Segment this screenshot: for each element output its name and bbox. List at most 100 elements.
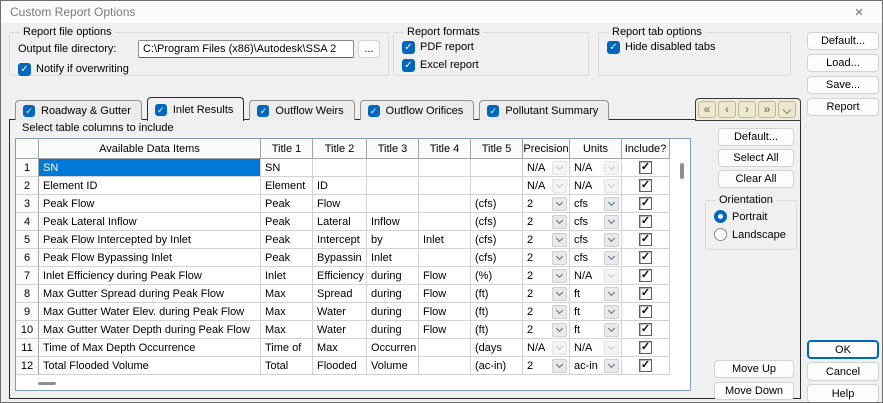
units-cell[interactable]: N/A (570, 267, 622, 285)
title-5-cell[interactable]: (ft) (471, 303, 523, 321)
title-2-cell[interactable]: Flooded (313, 357, 367, 375)
tab-pollutant-summary[interactable]: ✓ Pollutant Summary (479, 100, 610, 120)
units-cell[interactable]: ft (570, 285, 622, 303)
title-2-cell[interactable]: Intercept (313, 231, 367, 249)
dropdown-button[interactable] (604, 214, 619, 229)
title-2-cell[interactable]: Spread (313, 285, 367, 303)
title-3-cell[interactable]: Volume (367, 357, 419, 375)
output-directory-input[interactable]: C:\Program Files (x86)\Autodesk\SSA 2 (138, 40, 354, 58)
precision-cell[interactable]: 2 (523, 249, 570, 267)
precision-cell[interactable]: 2 (523, 195, 570, 213)
orientation-option-portrait[interactable]: Portrait (714, 208, 788, 225)
tab-checkbox-icon[interactable]: ✓ (154, 103, 167, 116)
dropdown-button[interactable] (552, 286, 567, 301)
title-2-cell[interactable]: Max (313, 339, 367, 357)
title-3-cell[interactable] (367, 159, 419, 177)
excel-report-checkbox[interactable]: ✓ (402, 58, 415, 72)
column-header-precision[interactable]: Precision (523, 139, 570, 159)
vertical-scrollbar-thumb[interactable] (680, 163, 684, 179)
dropdown-button[interactable] (604, 196, 619, 211)
title-1-cell[interactable]: Peak (261, 231, 313, 249)
precision-cell[interactable]: 2 (523, 303, 570, 321)
row-number-cell[interactable]: 11 (16, 339, 39, 357)
dropdown-button[interactable] (552, 250, 567, 265)
units-cell[interactable]: cfs (570, 249, 622, 267)
precision-cell[interactable]: 2 (523, 285, 570, 303)
include-checkbox[interactable]: ✓ (639, 287, 652, 300)
help-button[interactable]: Help (807, 384, 879, 402)
units-cell[interactable]: ac-in (570, 357, 622, 375)
orientation-option-landscape[interactable]: Landscape (714, 226, 788, 243)
tab-roadway-gutter[interactable]: ✓ Roadway & Gutter (15, 100, 142, 120)
title-4-cell[interactable] (419, 249, 471, 267)
units-cell[interactable]: cfs (570, 231, 622, 249)
title-1-cell[interactable]: Inlet (261, 267, 313, 285)
include-cell[interactable]: ✓ (622, 213, 670, 231)
title-4-cell[interactable] (419, 213, 471, 231)
title-3-cell[interactable]: during (367, 321, 419, 339)
title-2-cell[interactable]: Lateral (313, 213, 367, 231)
dropdown-button[interactable] (552, 358, 567, 373)
dropdown-button[interactable] (552, 322, 567, 337)
dropdown-button[interactable] (552, 214, 567, 229)
precision-cell[interactable]: N/A (523, 339, 570, 357)
tab-inlet-results[interactable]: ✓ Inlet Results (146, 97, 245, 121)
column-header-title-2[interactable]: Title 2 (313, 139, 367, 159)
title-5-cell[interactable]: (cfs) (471, 213, 523, 231)
title-5-cell[interactable]: (ac-in) (471, 357, 523, 375)
row-number-cell[interactable]: 8 (16, 285, 39, 303)
title-4-cell[interactable] (419, 339, 471, 357)
title-1-cell[interactable]: Element (261, 177, 313, 195)
close-icon[interactable]: × (844, 1, 874, 23)
title-3-cell[interactable] (367, 177, 419, 195)
title-5-cell[interactable]: (days (471, 339, 523, 357)
nav-previous-button[interactable]: ‹ (718, 101, 736, 118)
precision-cell[interactable]: 2 (523, 321, 570, 339)
title-1-cell[interactable]: Peak (261, 195, 313, 213)
data-item-cell[interactable]: Max Gutter Water Elev. during Peak Flow (39, 303, 261, 321)
dropdown-button[interactable] (552, 304, 567, 319)
landscape-radio[interactable] (714, 228, 727, 241)
precision-cell[interactable]: 2 (523, 267, 570, 285)
title-2-cell[interactable]: Efficiency (313, 267, 367, 285)
include-checkbox[interactable]: ✓ (639, 341, 652, 354)
units-cell[interactable]: cfs (570, 195, 622, 213)
dropdown-button[interactable] (604, 286, 619, 301)
ok-button[interactable]: OK (807, 340, 879, 359)
column-header-include[interactable]: Include? (622, 139, 670, 159)
column-header-units[interactable]: Units (570, 139, 622, 159)
column-header-row-number[interactable] (16, 139, 39, 159)
move-up-button[interactable]: Move Up (714, 360, 794, 378)
dropdown-button[interactable] (552, 232, 567, 247)
title-3-cell[interactable]: Occurren (367, 339, 419, 357)
row-number-cell[interactable]: 4 (16, 213, 39, 231)
save-button[interactable]: Save... (807, 76, 879, 94)
include-checkbox[interactable]: ✓ (639, 269, 652, 282)
row-number-cell[interactable]: 2 (16, 177, 39, 195)
pdf-report-checkbox[interactable]: ✓ (402, 40, 415, 54)
title-5-cell[interactable]: (cfs) (471, 249, 523, 267)
tab-checkbox-icon[interactable]: ✓ (23, 104, 35, 117)
title-5-cell[interactable]: (cfs) (471, 231, 523, 249)
clear-all-button[interactable]: Clear All (718, 170, 794, 188)
units-cell[interactable]: ft (570, 321, 622, 339)
nav-first-button[interactable]: « (698, 101, 716, 118)
title-4-cell[interactable]: Flow (419, 285, 471, 303)
dropdown-button[interactable] (604, 358, 619, 373)
include-checkbox[interactable]: ✓ (639, 161, 652, 174)
precision-cell[interactable]: N/A (523, 159, 570, 177)
notify-checkbox[interactable]: ✓ (18, 62, 31, 76)
title-4-cell[interactable]: Inlet (419, 231, 471, 249)
hide-disabled-tabs-checkbox[interactable]: ✓ (607, 40, 620, 54)
tab-checkbox-icon[interactable]: ✓ (487, 104, 500, 117)
title-3-cell[interactable]: during (367, 303, 419, 321)
row-number-cell[interactable]: 10 (16, 321, 39, 339)
include-cell[interactable]: ✓ (622, 303, 670, 321)
units-cell[interactable]: N/A (570, 177, 622, 195)
data-item-cell[interactable]: Peak Lateral Inflow (39, 213, 261, 231)
title-3-cell[interactable]: during (367, 267, 419, 285)
title-5-cell[interactable]: (ft) (471, 321, 523, 339)
title-2-cell[interactable]: ID (313, 177, 367, 195)
dropdown-button[interactable] (552, 196, 567, 211)
select-all-button[interactable]: Select All (718, 149, 794, 167)
